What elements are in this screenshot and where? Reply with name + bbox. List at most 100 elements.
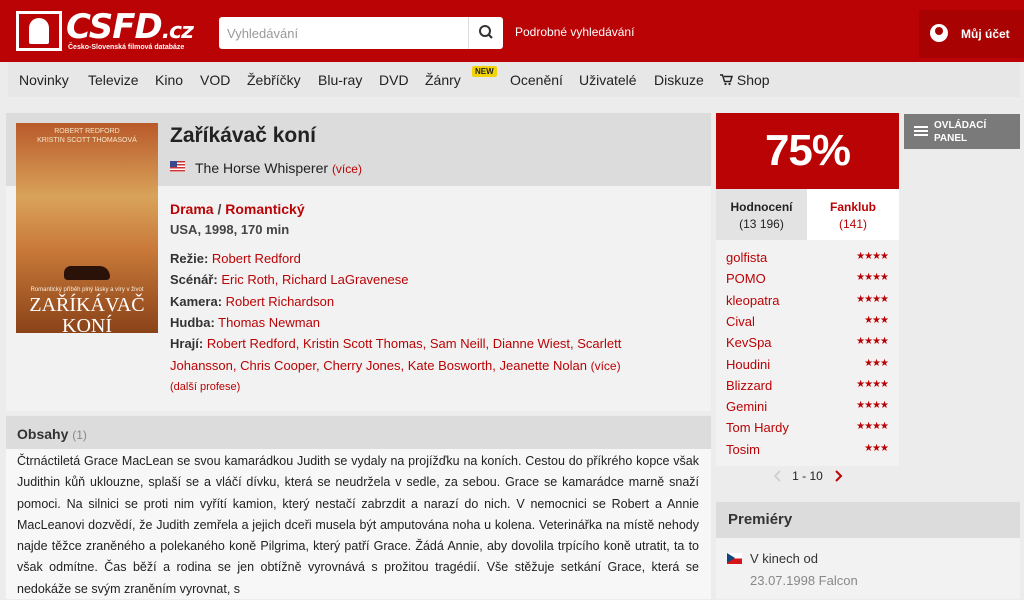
crew-label: Scénář:	[170, 272, 218, 287]
cinema-label: V kinech od	[750, 551, 818, 566]
new-badge: NEW	[472, 66, 497, 77]
main-nav: Novinky Televize Kino VOD Žebříčky Blu-r…	[8, 62, 1020, 97]
film-strip-icon	[16, 11, 62, 51]
crew-people[interactable]: Eric Roth, Richard LaGravenese	[221, 272, 408, 287]
user-name[interactable]: POMO	[726, 271, 766, 286]
crew-people[interactable]: Robert Redford	[212, 251, 301, 266]
nav-shop[interactable]: Shop	[720, 72, 770, 88]
plot-text: Čtrnáctiletá Grace MacLean se svou kamar…	[17, 454, 699, 596]
user-rating-row: kleopatra ★★★★	[716, 291, 899, 311]
user-name[interactable]: Blizzard	[726, 378, 772, 393]
cast-people-2[interactable]: Johansson, Chris Cooper, Cherry Jones, K…	[170, 358, 587, 373]
poster-horse-silhouette	[64, 266, 110, 280]
rating-percent: 75%	[716, 113, 899, 189]
logo-tld: .cz	[161, 19, 194, 44]
crew-people[interactable]: Robert Redford, Kristin Scott Thomas, Sa…	[207, 336, 621, 351]
original-title-text: The Horse Whisperer	[195, 160, 329, 176]
user-rating-row: Gemini ★★★★	[716, 397, 899, 417]
crew-people[interactable]: Thomas Newman	[218, 315, 320, 330]
poster-tagline: Romantický příběh plný lásky a víry v ži…	[30, 287, 144, 293]
crew-people[interactable]: Robert Richardson	[226, 294, 334, 309]
user-rating-row: Tom Hardy ★★★★	[716, 418, 899, 438]
star-rating: ★★★★	[856, 251, 889, 262]
tab-fanklub[interactable]: Fanklub (141)	[807, 189, 899, 240]
nav-novinky[interactable]: Novinky	[19, 72, 69, 88]
film-origin: USA, 1998, 170 min	[170, 222, 290, 237]
tab-count: (141)	[838, 217, 867, 231]
premiere-date: 23.07.1998 Falcon	[750, 573, 858, 588]
user-name[interactable]: Tosim	[726, 442, 760, 457]
tab-label: Fanklub	[829, 200, 876, 214]
more-titles-link[interactable]: (více)	[332, 162, 362, 176]
tab-label: Hodnocení	[730, 200, 793, 214]
crew-label: Hrají:	[170, 336, 204, 351]
account-label: Můj účet	[961, 27, 1010, 41]
nav-televize[interactable]: Televize	[88, 72, 139, 88]
genre-drama[interactable]: Drama	[170, 201, 214, 217]
nav-vod[interactable]: VOD	[200, 72, 230, 88]
star-rating: ★★★★	[856, 378, 889, 390]
crew-screenplay: Scénář: Eric Roth, Richard LaGravenese	[170, 272, 408, 287]
genres: Drama / Romantický	[170, 201, 305, 217]
tab-count: (13 196)	[739, 217, 784, 231]
logo-subtitle: Česko-Slovenská filmová databáze	[68, 44, 185, 51]
plot-title-text: Obsahy	[17, 426, 69, 442]
nav-diskuze[interactable]: Diskuze	[654, 72, 704, 88]
logo-text: CSFD.cz	[66, 7, 194, 47]
user-rating-row: KevSpa ★★★★	[716, 333, 899, 353]
user-rating-row: Tosim ★★★	[716, 440, 899, 460]
star-rating: ★★★★	[856, 272, 889, 284]
crew-label: Režie:	[170, 251, 209, 266]
control-panel-button[interactable]: OVLÁDACÍ PANEL	[904, 114, 1020, 149]
star-rating: ★★★★	[856, 421, 889, 433]
user-name[interactable]: Tom Hardy	[726, 420, 789, 435]
user-rating-row: Cival ★★★	[716, 312, 899, 332]
nav-bluray[interactable]: Blu-ray	[318, 72, 362, 88]
poster-title-line2: KONÍ	[62, 315, 112, 334]
pager-label: 1 - 10	[792, 469, 823, 483]
tab-hodnoceni[interactable]: Hodnocení (13 196)	[716, 189, 807, 240]
account-button[interactable]: Můj účet	[919, 10, 1024, 58]
user-icon	[930, 24, 948, 42]
user-name[interactable]: Gemini	[726, 399, 767, 414]
user-name[interactable]: Cival	[726, 314, 755, 329]
user-rating-row: Blizzard ★★★★	[716, 376, 899, 396]
other-professions-link[interactable]: (další profese)	[170, 381, 240, 393]
genre-romanticky[interactable]: Romantický	[225, 201, 304, 217]
cast-line-2: Johansson, Chris Cooper, Cherry Jones, K…	[170, 358, 621, 373]
nav-zebricky[interactable]: Žebříčky	[247, 72, 301, 88]
search-button[interactable]	[468, 17, 503, 49]
logo-name: CSFD	[66, 7, 163, 47]
crew-camera: Kamera: Robert Richardson	[170, 294, 334, 309]
csfd-logo[interactable]: CSFD.cz Česko-Slovenská filmová databáze	[16, 7, 194, 55]
premieres-title: Premiéry	[728, 511, 793, 528]
more-cast-link[interactable]: (více)	[591, 359, 621, 373]
cart-icon	[720, 74, 733, 86]
star-rating: ★★★★	[856, 336, 889, 348]
poster-top-text: ROBERT REDFORD KRISTIN SCOTT THOMASOVÁ	[37, 128, 137, 144]
user-name[interactable]: kleopatra	[726, 293, 779, 308]
crew-cast: Hrají: Robert Redford, Kristin Scott Tho…	[170, 336, 621, 351]
user-name[interactable]: Houdini	[726, 357, 770, 372]
nav-oceneni[interactable]: Ocenění	[510, 72, 563, 88]
nav-kino[interactable]: Kino	[155, 72, 183, 88]
crew-label: Kamera:	[170, 294, 223, 309]
user-name[interactable]: KevSpa	[726, 335, 772, 350]
star-rating: ★★★	[864, 357, 889, 369]
advanced-search-link[interactable]: Podrobné vyhledávání	[515, 25, 634, 39]
nav-dvd[interactable]: DVD	[379, 72, 409, 88]
original-title: The Horse Whisperer (více)	[195, 160, 362, 176]
us-flag-icon	[170, 161, 185, 172]
user-name[interactable]: golfista	[726, 250, 767, 265]
film-poster[interactable]: ROBERT REDFORD KRISTIN SCOTT THOMASOVÁ R…	[16, 123, 158, 333]
star-rating: ★★★	[864, 442, 889, 454]
crew-label: Hudba:	[170, 315, 215, 330]
nav-uzivatele[interactable]: Uživatelé	[579, 72, 637, 88]
nav-zanry[interactable]: Žánry	[425, 72, 461, 88]
chevron-right-icon[interactable]	[833, 470, 843, 482]
search-input[interactable]	[219, 17, 475, 49]
plot-header	[6, 416, 711, 449]
star-rating: ★★★	[864, 314, 889, 326]
search-box	[219, 17, 503, 49]
poster-title: ZAŘÍKÁVAČ KONÍ	[16, 295, 158, 334]
